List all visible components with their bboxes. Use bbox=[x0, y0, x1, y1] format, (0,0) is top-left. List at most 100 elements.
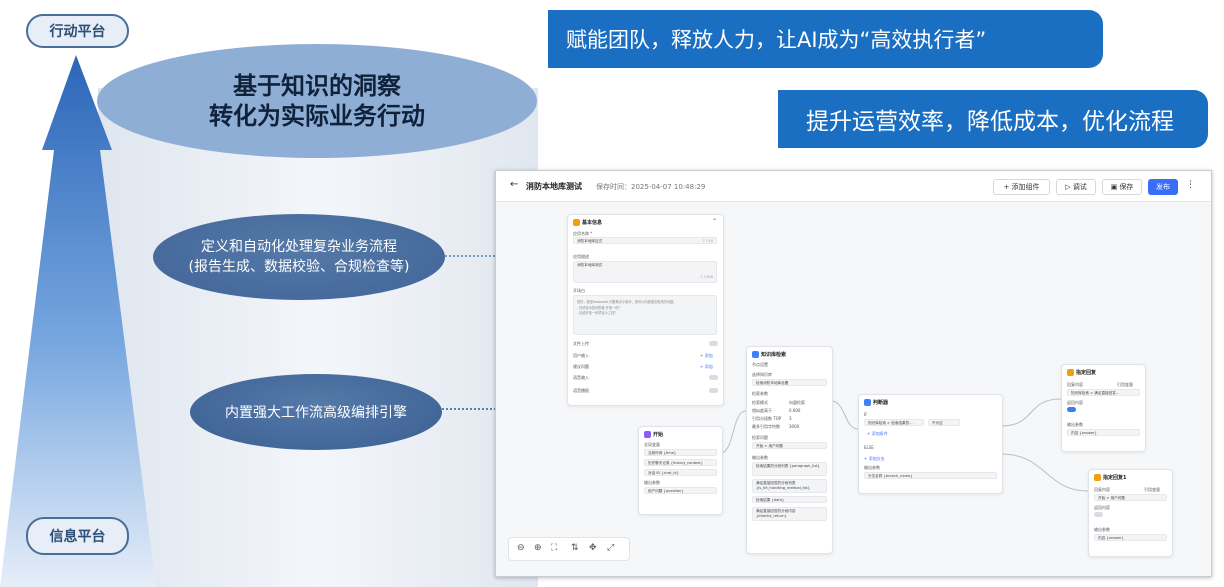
start-var-2: 对话 ID {chat_id} bbox=[644, 469, 717, 476]
top-oval-line2: 转化为实际业务行动 bbox=[209, 102, 425, 130]
reply2-content-label: 回复内容 bbox=[1094, 487, 1110, 492]
start-var-1-text: 历史聊天记录 {history_context} bbox=[648, 461, 703, 465]
kb-out-1-text: 满足直接回答的分段列表 {is_hit_handling_method_list… bbox=[756, 481, 811, 490]
reply1-output: 内容 {answer} bbox=[1067, 429, 1140, 436]
center-icon[interactable]: ✥ bbox=[589, 543, 597, 553]
reply1-output-text: 内容 {answer} bbox=[1071, 431, 1097, 435]
kb-item[interactable]: 检索消防本地库设置 bbox=[752, 379, 827, 386]
file-upload-toggle[interactable] bbox=[709, 341, 718, 346]
start-var-2-text: 对话 ID {chat_id} bbox=[648, 471, 679, 475]
info-platform-label: 信息平台 bbox=[26, 517, 129, 555]
reply-node-2[interactable]: 指定回复1 回复内容 引用变量 开始 > 用户问题 返回内容 输出参数 内容 {… bbox=[1088, 469, 1173, 557]
judge-add-cond[interactable]: + 添加条件 bbox=[867, 431, 888, 437]
opening-field[interactable]: 您好，我是deepseek 问数助手小助手，您可以向我提出相关的问题。 - 在项… bbox=[573, 295, 717, 335]
reply1-content-text: 知识库检索 > 满足直接回答... bbox=[1071, 391, 1120, 395]
kb-out-0-text: 检索结果的分段列表 {paragraph_list} bbox=[756, 464, 820, 468]
opening-label: 开场白 bbox=[573, 288, 585, 293]
reply-icon bbox=[1094, 474, 1101, 481]
judge-add-branch[interactable]: + 添加分支 bbox=[864, 456, 885, 462]
start-var-0: 当前时间 {time} bbox=[644, 449, 717, 456]
fit-view-icon[interactable]: ⛶ bbox=[551, 543, 557, 553]
kb-question-value: 开始 > 用户问题 bbox=[756, 444, 783, 448]
info-icon bbox=[573, 219, 580, 226]
judge-node[interactable]: 判断器 IF 知识库检索 > 检索结果的... 不为空 + 添加条件 ELSE … bbox=[858, 394, 1003, 494]
reply1-content[interactable]: 知识库检索 > 满足直接回答... bbox=[1067, 389, 1140, 396]
reply1-content-select[interactable]: 引用变量 bbox=[1117, 382, 1133, 388]
start-icon bbox=[644, 431, 651, 438]
kb-out-2: 检索结果 {data} bbox=[752, 496, 827, 503]
reply2-return-label: 返回内容 bbox=[1094, 505, 1110, 510]
kb-row1-k: 相似度高于 bbox=[752, 408, 772, 413]
process-oval-line1: 定义和自动化处理复杂业务流程 bbox=[201, 239, 397, 255]
judge-cond-a-text: 知识库检索 > 检索结果的... bbox=[868, 421, 913, 425]
start-node[interactable]: 开始 全局变量 当前时间 {time} 历史聊天记录 {history_cont… bbox=[638, 426, 723, 515]
user-input-add[interactable]: + 添加 bbox=[700, 353, 713, 359]
kb-question-label: 检索问题 bbox=[752, 435, 768, 440]
judge-icon bbox=[864, 399, 871, 406]
start-output-label: 输出参数 bbox=[644, 480, 660, 485]
start-output: 用户问题 {question} bbox=[644, 487, 717, 494]
reply2-return-toggle[interactable] bbox=[1094, 512, 1103, 517]
kb-question-select[interactable]: 开始 > 用户问题 bbox=[752, 442, 827, 449]
kb-row2-v: 3 bbox=[789, 416, 792, 421]
start-output-text: 用户问题 {question} bbox=[648, 489, 684, 493]
opening-hint2: - 请给开放一份项目小工具？ bbox=[577, 311, 618, 315]
process-oval-line2: (报告生成、数据校验、合规检查等) bbox=[188, 259, 410, 275]
judge-else: ELSE bbox=[864, 445, 874, 450]
layout-icon[interactable]: ⇅ bbox=[571, 543, 579, 553]
basic-info-title: 基本信息 bbox=[582, 220, 603, 226]
reply1-content-label: 回复内容 bbox=[1067, 382, 1083, 387]
reply-icon bbox=[1067, 369, 1074, 376]
kb-header: 知识库检索 bbox=[752, 351, 786, 358]
opening-text: 您好，我是deepseek 问数助手小助手，您可以向我提出相关的问题。 bbox=[577, 300, 677, 304]
reply2-header: 指定回复1 bbox=[1094, 474, 1126, 481]
basic-info-node[interactable]: 基本信息 ⌃ 应用名称 * 消防本地库应试 7 / 50 应用描述 消防本地库测试… bbox=[567, 214, 724, 406]
name-field[interactable]: 消防本地库应试 7 / 50 bbox=[573, 237, 717, 244]
zoom-in-icon[interactable]: ⊕ bbox=[534, 543, 542, 553]
voice-play-label: 语音播报 bbox=[573, 388, 589, 393]
desc-field[interactable]: 消防本地库测试 7 / 500 bbox=[573, 261, 717, 283]
basic-info-header: 基本信息 bbox=[573, 219, 602, 226]
kb-row3-k: 最多引用字符数 bbox=[752, 424, 780, 429]
judge-cond-a[interactable]: 知识库检索 > 检索结果的... bbox=[864, 419, 924, 426]
judge-title: 判断器 bbox=[873, 400, 889, 406]
engine-oval: 内置强大工作流高级编排引擎 bbox=[190, 374, 442, 450]
kb-label: 选择知识库 bbox=[752, 372, 772, 377]
canvas-toolbar: ⊖ ⊕ ⛶ ⇅ ✥ ⤢ bbox=[508, 537, 630, 561]
kb-out-0: 检索结果的分段列表 {paragraph_list} bbox=[752, 462, 827, 476]
kb-section: 节点设置 bbox=[752, 362, 768, 367]
reply2-output-label: 输出参数 bbox=[1094, 527, 1110, 532]
chevron-up-icon[interactable]: ⌃ bbox=[712, 218, 717, 225]
expand-icon[interactable]: ⤢ bbox=[607, 543, 614, 553]
start-var-1: 历史聊天记录 {history_context} bbox=[644, 459, 717, 466]
kb-icon bbox=[752, 351, 759, 358]
judge-output-text: 分支名称 {branch_name} bbox=[868, 474, 913, 478]
process-oval: 定义和自动化处理复杂业务流程 (报告生成、数据校验、合规检查等) bbox=[153, 214, 445, 300]
file-upload-label: 文件上传 bbox=[573, 341, 589, 346]
reply2-title: 指定回复1 bbox=[1103, 475, 1127, 481]
reply2-content-select[interactable]: 引用变量 bbox=[1144, 487, 1160, 493]
kb-out-1: 满足直接回答的分段列表 {is_hit_handling_method_list… bbox=[752, 479, 827, 493]
desc-count: 7 / 500 bbox=[700, 275, 713, 279]
desc-value: 消防本地库测试 bbox=[577, 263, 603, 267]
judge-cond-op[interactable]: 不为空 bbox=[928, 419, 960, 426]
kb-row0-k: 检索模式 bbox=[752, 400, 768, 405]
kb-search-node[interactable]: 知识库检索 节点设置 选择知识库 检索消防本地库设置 检索参数 检索模式 向量检… bbox=[746, 346, 833, 554]
reply2-content[interactable]: 开始 > 用户问题 bbox=[1094, 494, 1167, 501]
top-oval-line1: 基于知识的洞察 bbox=[233, 72, 401, 100]
name-count: 7 / 50 bbox=[702, 239, 713, 243]
suggest-add[interactable]: + 添加 bbox=[700, 364, 713, 370]
judge-output-label: 输出参数 bbox=[864, 465, 880, 470]
voice-play-toggle[interactable] bbox=[709, 388, 718, 393]
workflow-editor: ← 消防本地库测试 保存时间：2025-04-07 10:48:29 + 添加组… bbox=[495, 170, 1212, 577]
reply2-content-text: 开始 > 用户问题 bbox=[1098, 496, 1125, 500]
suggest-label: 建议问题 bbox=[573, 364, 589, 369]
voice-input-toggle[interactable] bbox=[709, 375, 718, 380]
name-value: 消防本地库应试 bbox=[577, 239, 603, 243]
zoom-out-icon[interactable]: ⊖ bbox=[517, 543, 525, 553]
judge-output: 分支名称 {branch_name} bbox=[864, 472, 997, 479]
reply1-return-toggle[interactable] bbox=[1067, 407, 1076, 412]
reply-node-1[interactable]: 指定回复 回复内容 引用变量 知识库检索 > 满足直接回答... 返回内容 输出… bbox=[1061, 364, 1146, 452]
reply1-header: 指定回复 bbox=[1067, 369, 1096, 376]
kb-out-3-text: 满足直接回答的分段内容 {directly_return} bbox=[756, 509, 796, 518]
